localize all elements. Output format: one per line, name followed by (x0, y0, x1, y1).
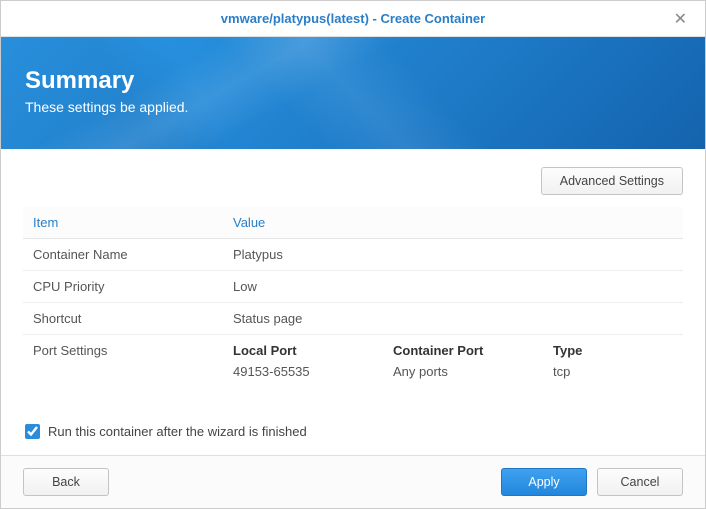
banner-heading: Summary (25, 67, 681, 95)
settings-table: Item Value Container Name Platypus CPU P… (23, 207, 683, 387)
cell-port-settings: Local Port Container Port Type 49153-655… (223, 335, 683, 388)
footer: Back Apply Cancel (1, 455, 705, 508)
titlebar: vmware/platypus(latest) - Create Contain… (1, 1, 705, 37)
banner: Summary These settings be applied. (1, 37, 705, 149)
window-title: vmware/platypus(latest) - Create Contain… (221, 11, 485, 26)
cancel-button[interactable]: Cancel (597, 468, 683, 496)
col-value: Value (223, 207, 683, 239)
port-header-container: Container Port (393, 343, 553, 358)
dialog-window: vmware/platypus(latest) - Create Contain… (0, 0, 706, 509)
run-after-wizard-label: Run this container after the wizard is f… (48, 424, 307, 439)
port-value-container: Any ports (393, 364, 553, 379)
advanced-settings-button[interactable]: Advanced Settings (541, 167, 683, 195)
run-after-wizard-row: Run this container after the wizard is f… (23, 410, 683, 455)
cell-item: Shortcut (23, 303, 223, 335)
port-value-type: tcp (553, 364, 673, 379)
table-row: CPU Priority Low (23, 271, 683, 303)
table-row: Container Name Platypus (23, 239, 683, 271)
port-value-local: 49153-65535 (233, 364, 393, 379)
cell-item: Port Settings (23, 335, 223, 388)
port-header-local: Local Port (233, 343, 393, 358)
cell-value: Platypus (223, 239, 683, 271)
content: Advanced Settings Item Value Container N… (1, 149, 705, 455)
cell-item: Container Name (23, 239, 223, 271)
table-row: Shortcut Status page (23, 303, 683, 335)
banner-subtext: These settings be applied. (25, 99, 681, 115)
col-item: Item (23, 207, 223, 239)
cell-value: Low (223, 271, 683, 303)
run-after-wizard-checkbox[interactable] (25, 424, 40, 439)
cell-item: CPU Priority (23, 271, 223, 303)
back-button[interactable]: Back (23, 468, 109, 496)
port-header-type: Type (553, 343, 673, 358)
apply-button[interactable]: Apply (501, 468, 587, 496)
close-icon[interactable]: ✕ (666, 5, 695, 33)
cell-value: Status page (223, 303, 683, 335)
table-row-port: Port Settings Local Port Container Port … (23, 335, 683, 388)
actions-top: Advanced Settings (23, 167, 683, 195)
